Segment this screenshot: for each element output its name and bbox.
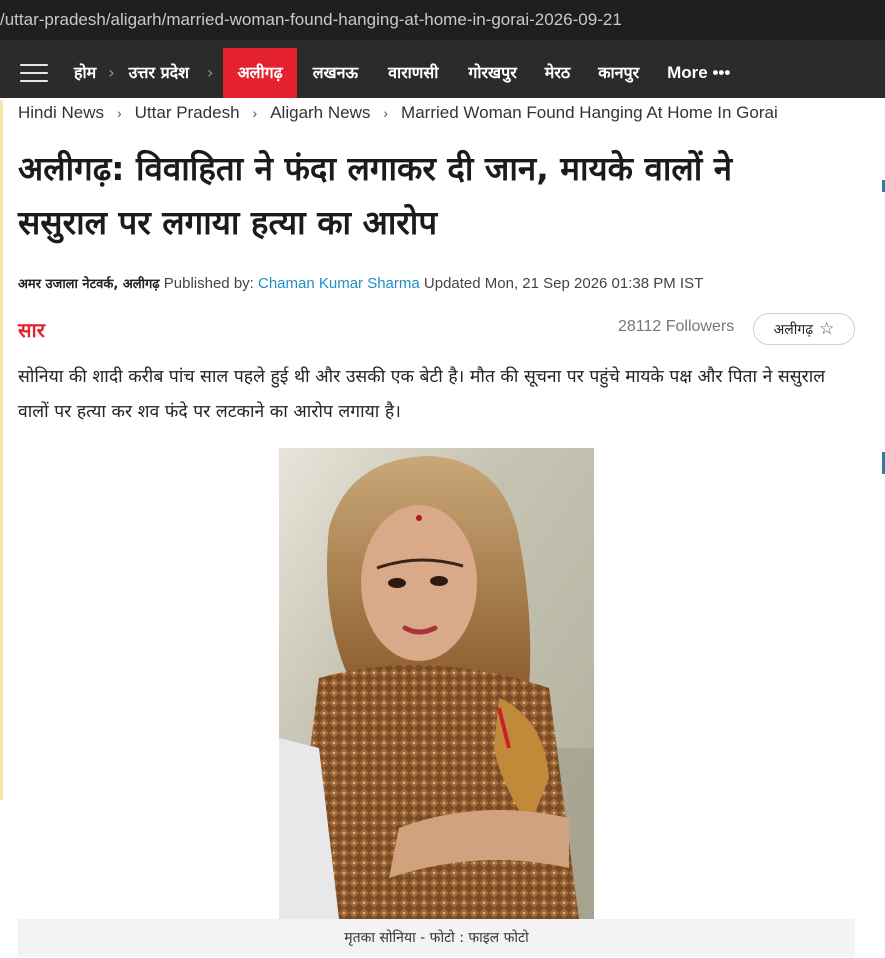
- nav-item-varanasi[interactable]: वाराणसी: [374, 48, 452, 98]
- nav-item-lucknow[interactable]: लखनऊ: [299, 48, 372, 98]
- breadcrumb: Hindi News › Uttar Pradesh › Aligarh New…: [18, 100, 778, 126]
- chevron-right-icon: ›: [207, 63, 214, 82]
- image-caption: मृतका सोनिया - फोटो : फाइल फोटो: [18, 919, 855, 957]
- followers-count: 28112 Followers: [618, 318, 735, 335]
- toolbar-gap: [0, 40, 885, 48]
- byline-network: अमर उजाला नेटवर्क, अलीगढ़: [18, 277, 160, 292]
- breadcrumb-uttar-pradesh[interactable]: Uttar Pradesh: [135, 103, 240, 123]
- hamburger-icon[interactable]: [20, 64, 48, 82]
- nav-item-uttar-pradesh[interactable]: उत्तर प्रदेश: [115, 48, 207, 98]
- article-photo: [279, 448, 594, 919]
- nav-more-button[interactable]: More •••: [653, 63, 730, 83]
- article-summary: सोनिया की शादी करीब पांच साल पहले हुई थी…: [18, 367, 826, 422]
- chevron-right-icon: ›: [252, 105, 258, 121]
- byline: अमर उजाला नेटवर्क, अलीगढ़ Published by: …: [18, 274, 703, 292]
- follow-topic-button[interactable]: अलीगढ़ ☆: [753, 313, 855, 345]
- nav-item-gorakhpur[interactable]: गोरखपुर: [454, 48, 530, 98]
- main-nav: होम › उत्तर प्रदेश › अलीगढ़ लखनऊ वाराणसी…: [0, 48, 885, 98]
- left-edge-strip: [0, 100, 3, 800]
- nav-item-kanpur[interactable]: कानपुर: [584, 48, 653, 98]
- breadcrumb-current: Married Woman Found Hanging At Home In G…: [401, 103, 778, 122]
- star-icon: ☆: [819, 319, 835, 339]
- nav-item-home[interactable]: होम: [66, 48, 108, 98]
- author-link[interactable]: Chaman Kumar Sharma: [258, 275, 420, 292]
- url-text: /uttar-pradesh/aligarh/married-woman-fou…: [0, 10, 622, 29]
- breadcrumb-hindi-news[interactable]: Hindi News: [18, 103, 104, 123]
- nav-item-meerut[interactable]: मेरठ: [531, 48, 584, 98]
- follow-topic-label: अलीगढ़: [773, 321, 814, 338]
- updated-time: Updated Mon, 21 Sep 2026 01:38 PM IST: [423, 275, 704, 292]
- address-bar[interactable]: /uttar-pradesh/aligarh/married-woman-fou…: [0, 0, 885, 40]
- chevron-right-icon: ›: [116, 105, 122, 121]
- published-by-label: Published by:: [163, 275, 254, 292]
- article-title: अलीगढ़: विवाहिता ने फंदा लगाकर दी जान, म…: [18, 149, 733, 242]
- summary-heading: सार: [18, 318, 45, 342]
- breadcrumb-aligarh-news[interactable]: Aligarh News: [270, 103, 370, 123]
- nav-item-aligarh[interactable]: अलीगढ़: [223, 48, 297, 98]
- chevron-right-icon: ›: [383, 105, 389, 121]
